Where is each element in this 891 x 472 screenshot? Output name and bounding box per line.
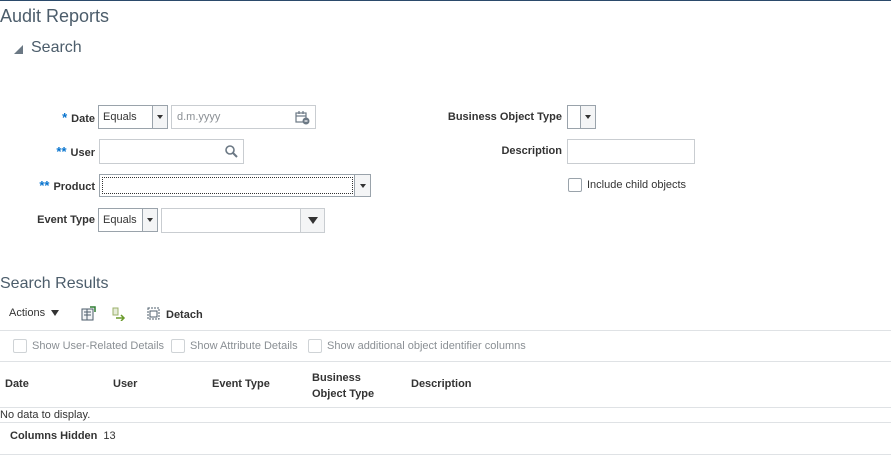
date-input[interactable]: d.m.yyyy (171, 105, 316, 129)
calendar-icon[interactable] (295, 110, 310, 128)
chevron-down-icon[interactable] (580, 106, 595, 128)
column-header-date[interactable]: Date (5, 378, 29, 390)
event-type-label: Event Type (37, 214, 95, 226)
collapse-triangle-icon[interactable] (14, 44, 23, 54)
product-label: ** Product (39, 178, 95, 193)
column-header-user[interactable]: User (113, 378, 137, 390)
checkbox-box[interactable] (171, 339, 185, 353)
date-label: * Date (62, 110, 95, 125)
columns-hidden-count: 13 (103, 430, 116, 442)
page-title: Audit Reports (0, 6, 110, 26)
business-object-type-label: Business Object Type (447, 111, 562, 123)
divider (0, 361, 891, 362)
divider (0, 330, 891, 331)
description-input[interactable] (567, 139, 695, 164)
checkbox-box[interactable] (308, 339, 322, 353)
chevron-down-icon[interactable] (142, 209, 157, 231)
search-section-title: Search (31, 39, 82, 56)
description-label: Description (501, 145, 562, 157)
chevron-down-icon (51, 310, 60, 316)
user-label: ** User (56, 144, 95, 159)
date-operator-select[interactable]: Equals (98, 105, 168, 129)
include-child-objects-checkbox[interactable]: Include child objects (568, 178, 686, 192)
user-search-input[interactable] (99, 139, 244, 164)
checkbox-box[interactable] (13, 339, 27, 353)
export-icon[interactable] (81, 306, 96, 324)
search-section-header[interactable]: Search (14, 39, 82, 57)
chevron-down-icon[interactable] (354, 175, 370, 196)
product-select-focus (102, 177, 353, 194)
business-object-type-select[interactable] (567, 105, 596, 129)
required-indicator: * (62, 110, 68, 125)
column-header-description[interactable]: Description (411, 378, 472, 390)
detach-icon (147, 307, 160, 323)
empty-table-message: No data to display. (0, 409, 91, 421)
divider (0, 422, 891, 423)
chevron-down-icon[interactable] (152, 106, 167, 128)
chevron-down-icon[interactable] (300, 209, 324, 232)
show-additional-identifier-columns-checkbox[interactable]: Show additional object identifier column… (308, 339, 526, 353)
event-type-select[interactable] (161, 208, 325, 233)
detach-button[interactable]: Detach (147, 307, 203, 323)
column-header-event-type[interactable]: Event Type (212, 378, 270, 390)
show-user-related-details-checkbox[interactable]: Show User-Related Details (13, 339, 164, 353)
search-icon[interactable] (225, 145, 238, 161)
columns-hidden-status: Columns Hidden 13 (10, 430, 116, 442)
include-child-objects-label: Include child objects (587, 179, 687, 191)
divider (0, 454, 891, 455)
required-indicator: ** (56, 144, 67, 159)
required-indicator: ** (39, 178, 50, 193)
freeze-icon[interactable] (112, 307, 126, 324)
event-type-operator-select[interactable]: Equals (98, 208, 158, 232)
product-select[interactable] (99, 174, 371, 197)
checkbox-box[interactable] (568, 178, 582, 192)
show-attribute-details-checkbox[interactable]: Show Attribute Details (171, 339, 298, 353)
actions-menu[interactable]: Actions (9, 307, 60, 319)
column-header-business-object-type[interactable]: Business Object Type (312, 370, 392, 402)
divider (0, 407, 891, 408)
search-results-title: Search Results (0, 275, 109, 292)
